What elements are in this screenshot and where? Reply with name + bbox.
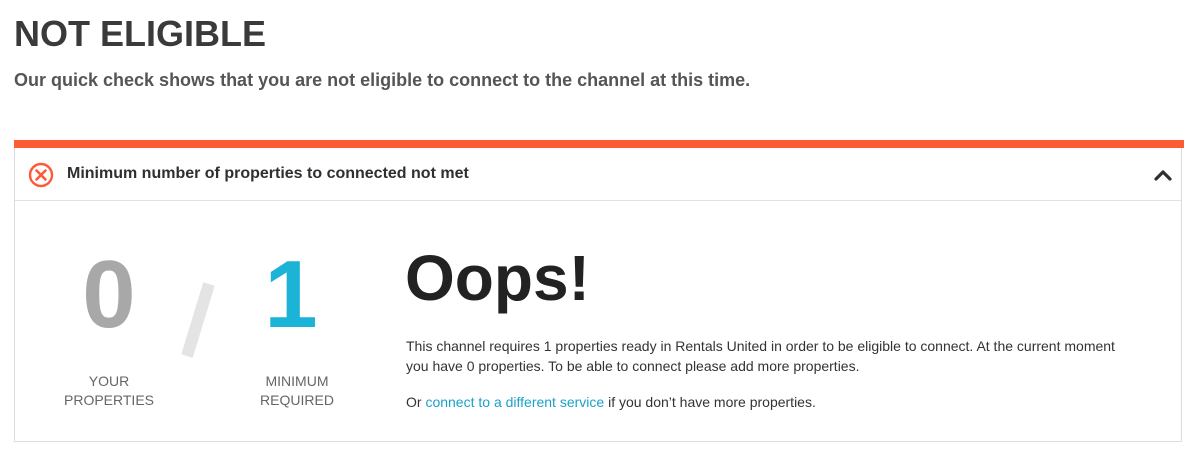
minimum-required-label-line2: REQUIRED	[260, 392, 334, 408]
connect-different-service-link[interactable]: connect to a different service	[425, 394, 604, 410]
panel-header-toggle[interactable]: Minimum number of properties to connecte…	[15, 148, 1181, 201]
divider-slash	[173, 280, 223, 360]
your-properties-label-line1: YOUR	[88, 373, 130, 389]
error-circle-x-icon	[28, 162, 54, 188]
your-properties-label-line2: PROPERTIES	[64, 392, 154, 408]
page-subtitle: Our quick check shows that you are not e…	[14, 70, 751, 90]
alternative-suffix: if you don’t have more properties.	[604, 394, 816, 410]
chevron-up-icon[interactable]	[1153, 166, 1173, 184]
eligibility-description: This channel requires 1 properties ready…	[406, 338, 1115, 374]
alternative-prefix: Or	[406, 394, 426, 410]
panel-accent-bar	[14, 140, 1184, 148]
panel-header-text: Minimum number of properties to connecte…	[67, 165, 469, 182]
your-properties-count: 0	[82, 241, 136, 348]
minimum-required-label-line1: MINIMUM	[265, 373, 329, 389]
eligibility-panel: Minimum number of properties to connecte…	[14, 140, 1184, 442]
page-title: NOT ELIGIBLE	[14, 13, 266, 54]
minimum-required-label: MINIMUM REQUIRED	[237, 372, 357, 410]
minimum-required-count: 1	[264, 241, 318, 348]
oops-heading: Oops!	[405, 242, 590, 314]
your-properties-label: YOUR PROPERTIES	[49, 372, 169, 410]
alternative-text: Or connect to a different service if you…	[406, 392, 816, 412]
